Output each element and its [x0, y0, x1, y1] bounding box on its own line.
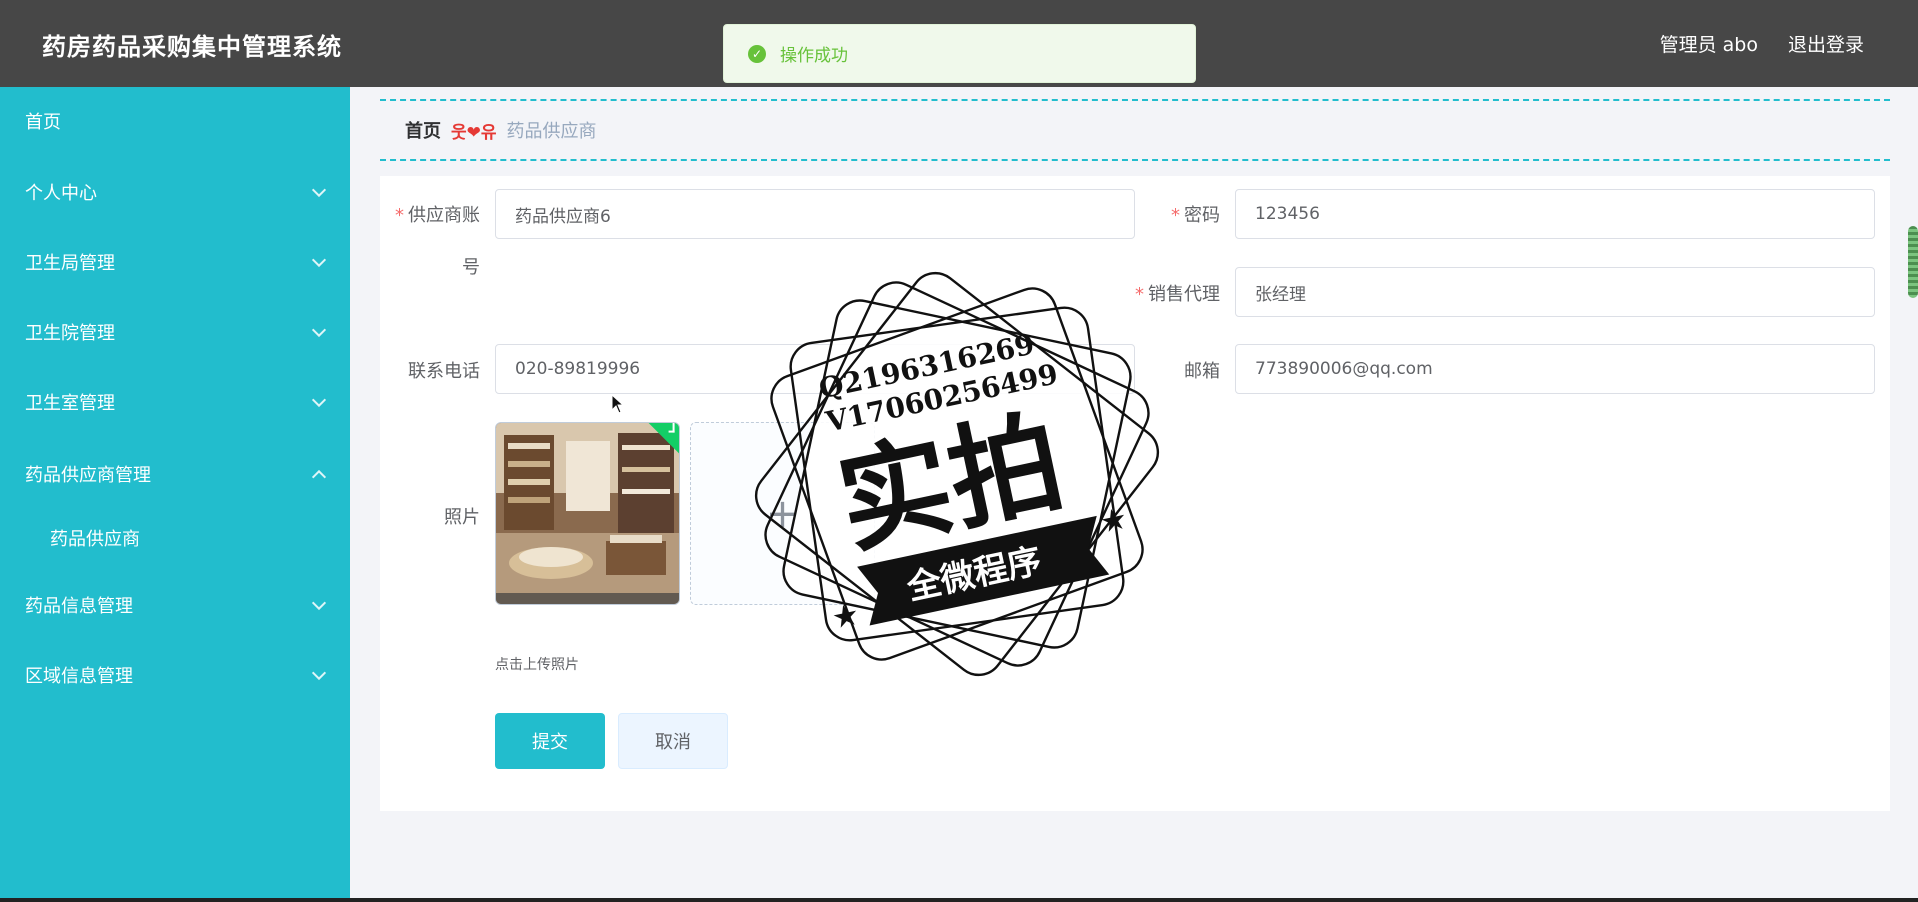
password-label: * 密码 [1171, 205, 1220, 226]
success-toast: ✓ 操作成功 [723, 24, 1196, 83]
chevron-down-icon [311, 665, 327, 681]
sidebar-item-label: 首页 [25, 112, 61, 133]
supplier-account-label: * 供应商账 [395, 205, 480, 226]
chevron-down-icon [311, 182, 327, 198]
sales-agent-input[interactable] [1235, 267, 1875, 317]
phone-label: 联系电话 [408, 361, 480, 382]
breadcrumb: 首页 웃❤유 药品供应商 [380, 99, 1890, 161]
watermark-stamp: Q2196316269 V17060256499 实拍 全微程序 ★ ★ [754, 271, 1160, 677]
sidebar-item-health-bureau[interactable]: 卫生局管理 [0, 232, 350, 292]
sidebar-item-label: 卫生室管理 [25, 393, 115, 414]
sidebar-item-health-center[interactable]: 卫生院管理 [0, 302, 350, 362]
photo-label: 照片 [444, 507, 480, 528]
admin-user-label[interactable]: 管理员 abo [1660, 30, 1758, 57]
app-title: 药房药品采购集中管理系统 [42, 33, 342, 61]
sidebar-item-personal-center[interactable]: 个人中心 [0, 162, 350, 222]
toast-message: 操作成功 [780, 46, 848, 66]
sidebar-item-supplier-management[interactable]: 药品供应商管理 [0, 444, 350, 504]
breadcrumb-current: 药品供应商 [506, 121, 597, 142]
sidebar-item-drug-info[interactable]: 药品信息管理 [0, 575, 350, 635]
submit-button[interactable]: 提交 [495, 713, 605, 769]
sidebar: 首页 个人中心 卫生局管理 卫生院管理 卫生室管理 药品供应商管理 药品供应商 … [0, 87, 350, 902]
sidebar-item-label: 药品供应商管理 [25, 465, 151, 486]
breadcrumb-home[interactable]: 首页 [405, 117, 441, 143]
sidebar-item-label: 药品信息管理 [25, 596, 133, 617]
sidebar-subitem-supplier[interactable]: 药品供应商 [0, 508, 350, 568]
chevron-down-icon [311, 595, 327, 611]
sidebar-item-home[interactable]: 首页 [0, 91, 350, 151]
check-circle-icon: ✓ [748, 44, 766, 63]
check-icon [668, 423, 675, 433]
chevron-up-icon [311, 469, 327, 485]
email-input[interactable] [1235, 344, 1875, 394]
header-user-area: 管理员 abo 退出登录 [1660, 30, 1864, 57]
sidebar-item-label: 个人中心 [25, 183, 97, 204]
logout-link[interactable]: 退出登录 [1788, 30, 1864, 57]
chevron-down-icon [311, 322, 327, 338]
upload-tip: 点击上传照片 [495, 657, 579, 673]
supplier-account-label-wrap: 号 [462, 257, 480, 278]
cancel-button[interactable]: 取消 [618, 713, 728, 769]
scrollbar-thumb[interactable] [1908, 226, 1918, 298]
breadcrumb-separator: 웃❤유 [451, 122, 497, 143]
chevron-down-icon [311, 252, 327, 268]
supplier-account-input[interactable] [495, 189, 1135, 239]
star-icon: ★ [1097, 501, 1131, 541]
password-input[interactable] [1235, 189, 1875, 239]
store-photo-image [496, 423, 679, 604]
sidebar-item-label: 卫生院管理 [25, 323, 115, 344]
sidebar-item-clinic[interactable]: 卫生室管理 [0, 372, 350, 432]
sidebar-item-region-info[interactable]: 区域信息管理 [0, 645, 350, 705]
chevron-down-icon [311, 392, 327, 408]
sidebar-item-label: 卫生局管理 [25, 253, 115, 274]
sidebar-item-label: 药品供应商 [50, 529, 140, 550]
bottom-edge [0, 898, 1918, 902]
sidebar-item-label: 区域信息管理 [25, 666, 133, 687]
mouse-cursor-icon [611, 394, 625, 414]
uploaded-photo-thumbnail[interactable] [495, 422, 680, 605]
